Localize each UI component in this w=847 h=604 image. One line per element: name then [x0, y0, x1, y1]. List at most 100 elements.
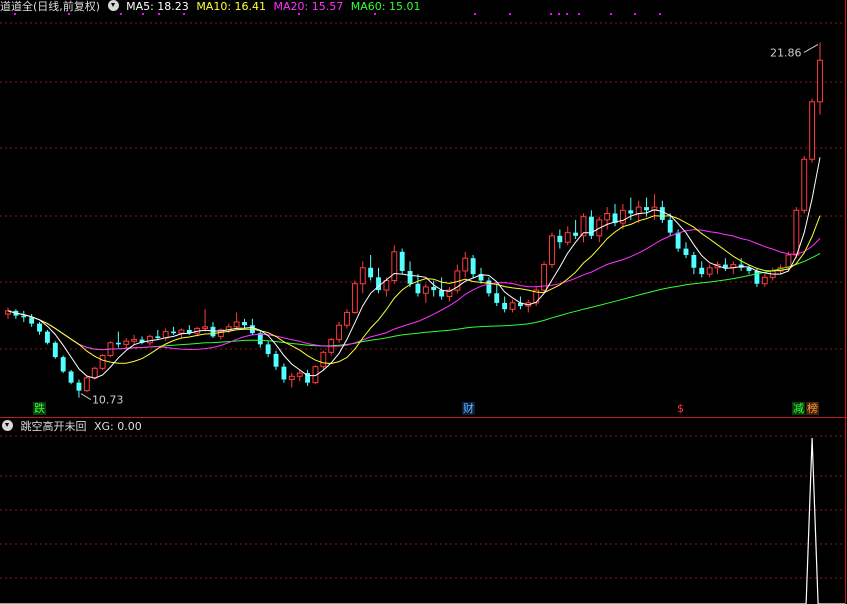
candle-body-up — [202, 326, 209, 329]
candle-body-up — [351, 283, 358, 313]
candle-body-up — [462, 257, 469, 272]
candle — [44, 329, 50, 345]
candle — [580, 213, 587, 243]
candle-body-up — [817, 59, 823, 103]
high-arrow — [803, 43, 819, 53]
indicator-chart[interactable] — [0, 420, 847, 604]
candle — [604, 207, 611, 230]
event-tag[interactable]: $ — [676, 402, 685, 415]
candle — [446, 286, 453, 302]
candle-body-down — [265, 344, 271, 354]
candle-body-up — [359, 267, 366, 285]
candle — [281, 363, 287, 383]
candle-body-up — [706, 267, 713, 275]
candle-body-up — [549, 235, 555, 266]
candle — [210, 322, 216, 338]
candle-body-down — [242, 322, 247, 326]
candle-body-up — [509, 302, 516, 310]
candle — [155, 329, 161, 340]
candle — [470, 254, 476, 278]
event-tag[interactable]: 榜 — [806, 402, 819, 415]
signal-dot — [558, 13, 560, 15]
candle-body-up — [99, 355, 106, 369]
candle — [722, 258, 728, 271]
signal-dot — [578, 13, 580, 15]
signal-dot — [183, 13, 185, 15]
signal-dot — [14, 13, 16, 15]
stock-chart-window: 道道全(日线,前复权) MA5: 18.23 MA10: 16.41 MA20:… — [0, 0, 847, 604]
candle — [336, 322, 343, 343]
candle-body-up — [296, 372, 303, 377]
candle-body-down — [210, 326, 216, 337]
candle — [635, 200, 642, 224]
candle — [242, 318, 247, 329]
candle-body-down — [470, 258, 476, 275]
candle — [115, 331, 121, 348]
candle — [217, 328, 224, 340]
right-axis-line — [845, 0, 846, 604]
ma5-line — [7, 157, 821, 379]
candle-body-down — [115, 342, 121, 345]
candle — [52, 341, 58, 359]
candle — [257, 329, 263, 348]
candle — [131, 334, 138, 345]
candle-body-down — [667, 219, 673, 233]
candle-body-up — [336, 324, 343, 341]
candle — [305, 369, 311, 386]
candle-body-up — [83, 377, 90, 392]
candle-body-up — [383, 280, 390, 291]
candle-body-up — [131, 339, 138, 342]
candle — [391, 245, 398, 284]
candle — [817, 42, 823, 115]
candle — [549, 232, 555, 268]
candle — [454, 264, 461, 294]
signal-dot — [509, 13, 511, 15]
candle — [171, 326, 176, 335]
candle-body-up — [793, 209, 800, 256]
candle-body-up — [761, 276, 768, 285]
low-arrow — [80, 393, 92, 401]
candle — [509, 299, 516, 313]
candle — [415, 274, 421, 297]
event-tag[interactable]: 跌 — [33, 402, 46, 415]
candle-body-up — [320, 351, 327, 368]
candle — [525, 299, 532, 313]
candle-body-down — [407, 270, 413, 284]
candle-body-down — [573, 232, 579, 236]
signal-dot — [68, 13, 70, 15]
candle-body-down — [44, 331, 50, 343]
candle — [699, 261, 705, 278]
candle — [351, 280, 358, 315]
candle — [76, 379, 82, 398]
candle — [612, 203, 618, 227]
xg-line — [0, 437, 845, 604]
candle — [714, 261, 721, 275]
signal-dot — [610, 13, 612, 15]
candle-body-down — [683, 248, 689, 255]
event-tag[interactable]: 减 — [792, 402, 805, 415]
candle-body-up — [123, 340, 130, 345]
ma60-line — [7, 253, 821, 351]
signal-dot — [142, 13, 144, 15]
candle — [60, 355, 66, 374]
candlestick-chart[interactable]: 21.86 10.73 — [0, 0, 847, 415]
candle — [21, 310, 27, 323]
candle — [68, 369, 74, 385]
candle-body-down — [29, 317, 35, 324]
candle — [123, 337, 130, 350]
event-tag[interactable]: 财 — [462, 402, 475, 415]
candle-body-up — [635, 206, 642, 215]
candle — [202, 309, 209, 332]
candle-body-down — [557, 235, 563, 243]
candle-body-down — [659, 207, 665, 220]
candle-body-down — [754, 270, 760, 284]
candle — [37, 322, 42, 335]
candle — [5, 307, 11, 319]
candle — [564, 226, 571, 246]
candle — [288, 373, 295, 388]
candle — [502, 296, 508, 313]
candle-body-up — [233, 321, 240, 328]
candle — [573, 219, 579, 240]
candle — [462, 251, 469, 278]
candle-body-down — [155, 336, 161, 338]
